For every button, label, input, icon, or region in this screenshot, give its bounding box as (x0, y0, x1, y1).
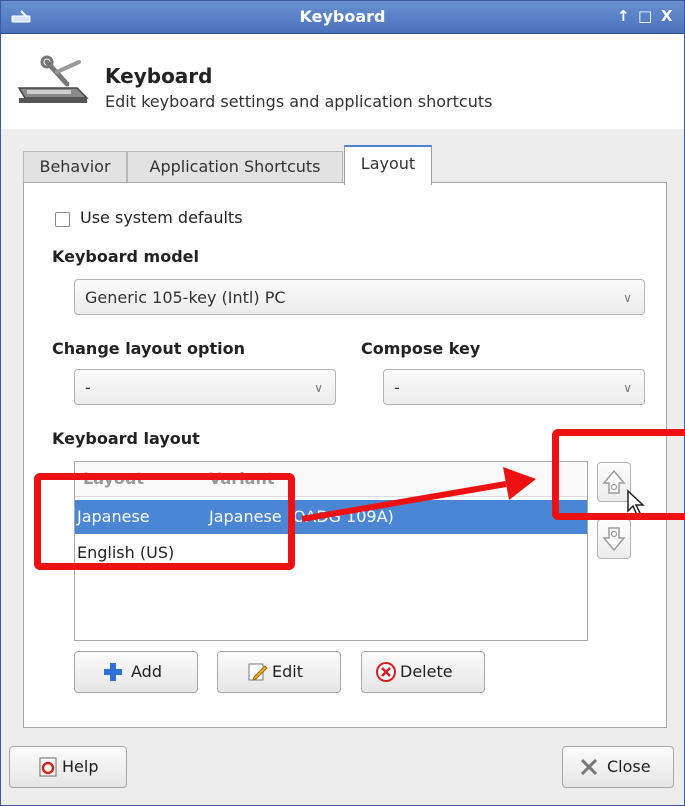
delete-icon (376, 662, 396, 682)
tab-layout[interactable]: Layout (344, 145, 432, 185)
chevron-down-icon: ∨ (623, 291, 632, 305)
keyboard-window: Keyboard ↑ □ X Keyboard Edit keyboard se… (0, 0, 685, 806)
change-layout-option-heading: Change layout option (52, 339, 245, 358)
add-button[interactable]: Add (74, 651, 198, 693)
edit-label: Edit (272, 662, 303, 681)
help-label: Help (62, 757, 99, 776)
add-label: Add (131, 662, 162, 681)
change-layout-option-value: - (85, 378, 91, 397)
edit-button[interactable]: Edit (217, 651, 341, 693)
tab-behavior[interactable]: Behavior (23, 151, 127, 182)
highlight-box-move-up (552, 429, 685, 520)
help-button[interactable]: Help (9, 746, 127, 788)
highlight-box-selected-layout (34, 473, 295, 570)
keyboard-model-select[interactable]: Generic 105-key (Intl) PC ∨ (74, 279, 645, 315)
window-title: Keyboard (299, 7, 386, 26)
compose-key-value: - (394, 378, 400, 397)
delete-button[interactable]: Delete (361, 651, 485, 693)
use-system-defaults-checkbox[interactable] (55, 212, 70, 227)
close-label: Close (607, 757, 651, 776)
restore-icon[interactable]: □ (638, 7, 652, 25)
close-icon (580, 758, 598, 776)
delete-label: Delete (400, 662, 453, 681)
header-subtitle: Edit keyboard settings and application s… (105, 92, 493, 111)
keyboard-settings-icon (17, 55, 89, 103)
change-layout-option-select[interactable]: - ∨ (74, 369, 336, 405)
maximize-up-icon[interactable]: ↑ (617, 7, 630, 25)
compose-key-heading: Compose key (361, 339, 481, 358)
tab-application-shortcuts[interactable]: Application Shortcuts (127, 151, 343, 182)
move-down-icon (602, 527, 626, 552)
move-down-button[interactable] (597, 519, 631, 559)
close-window-icon[interactable]: X (661, 7, 673, 25)
chevron-down-icon: ∨ (623, 381, 632, 395)
use-system-defaults-label[interactable]: Use system defaults (80, 208, 243, 227)
keyboard-model-heading: Keyboard model (52, 247, 200, 266)
keyboard-layout-heading: Keyboard layout (52, 429, 200, 448)
header-title: Keyboard (105, 64, 213, 88)
keyboard-model-value: Generic 105-key (Intl) PC (85, 288, 286, 307)
dialog-header: Keyboard Edit keyboard settings and appl… (1, 34, 684, 129)
title-bar[interactable]: Keyboard ↑ □ X (1, 1, 684, 34)
edit-icon (248, 663, 268, 681)
compose-key-select[interactable]: - ∨ (383, 369, 645, 405)
add-icon (104, 663, 122, 681)
chevron-down-icon: ∨ (314, 381, 323, 395)
close-button[interactable]: Close (562, 746, 674, 788)
help-icon (39, 757, 57, 777)
